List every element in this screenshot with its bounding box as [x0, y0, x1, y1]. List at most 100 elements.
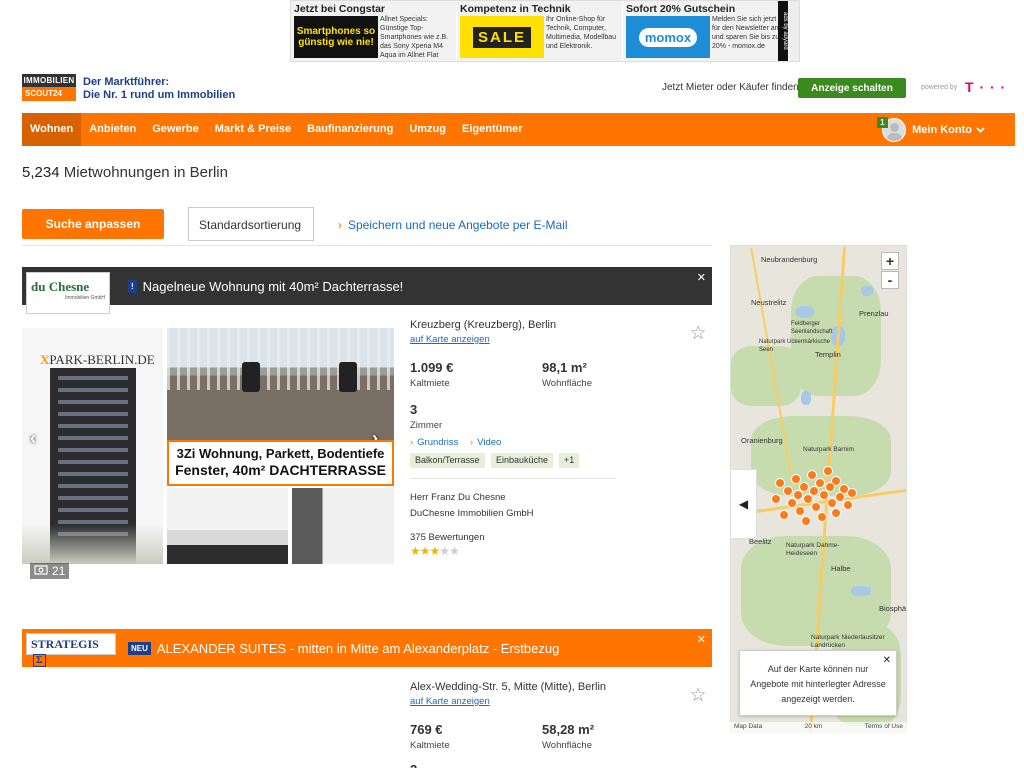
- nav-item-anbieten[interactable]: Anbieten: [81, 113, 144, 146]
- listing-address[interactable]: Alex-Wedding-Str. 5, Mitte (Mitte), Berl…: [410, 681, 606, 693]
- map-pin-icon[interactable]: [817, 512, 827, 522]
- feature-chip: Balkon/Terrasse: [410, 453, 485, 468]
- ad-technik[interactable]: Kompetenz in Technik SALE Ihr Online-Sho…: [457, 1, 623, 61]
- photo-brand: XPARK-BERLIN.DE: [40, 352, 155, 368]
- results-count: 5,234: [22, 164, 60, 181]
- review-count[interactable]: 375 Bewertungen: [410, 532, 484, 543]
- listing-title[interactable]: Nagelneue Wohnung mit 40m² Dachterrasse!: [143, 279, 404, 294]
- nav-item-eigentuemer[interactable]: Eigentümer: [454, 113, 531, 146]
- chevron-left-icon[interactable]: ‹: [30, 428, 36, 449]
- map-pin-icon[interactable]: [771, 494, 781, 504]
- close-icon[interactable]: ✕: [697, 271, 706, 284]
- ad-title: Kompetenz in Technik: [460, 3, 571, 15]
- photo-counter[interactable]: 21: [30, 563, 70, 579]
- agent-logo[interactable]: du Chesne Immobilien GmbH: [26, 272, 110, 314]
- zoom-in-button[interactable]: +: [881, 252, 899, 270]
- star-filled-icon: ★: [429, 544, 441, 558]
- map-collapse-button[interactable]: ◀: [730, 469, 757, 539]
- zoom-out-button[interactable]: -: [881, 271, 899, 289]
- rent-value: 1.099 €: [410, 360, 454, 375]
- video-link[interactable]: › Video: [470, 437, 501, 448]
- map-pin-icon[interactable]: [823, 466, 833, 476]
- ad-image: SALE: [460, 16, 544, 58]
- new-badge: NEU: [128, 641, 151, 655]
- close-icon[interactable]: ✕: [697, 633, 706, 646]
- refine-search-button[interactable]: Suche anpassen: [22, 209, 164, 239]
- listing-title[interactable]: ALEXANDER SUITES - mitten in Mitte am Al…: [157, 641, 559, 656]
- notification-badge: 1: [877, 117, 888, 128]
- account-menu[interactable]: 1 Mein Konto: [877, 113, 985, 146]
- nav-item-wohnen[interactable]: Wohnen: [22, 113, 82, 146]
- close-icon[interactable]: ✕: [883, 653, 891, 668]
- agent-company[interactable]: DuChesne Immobilien GmbH: [410, 508, 534, 519]
- agent-logo[interactable]: STRATEGIS Σ: [26, 633, 116, 667]
- photo-caption: 3Zi Wohnung, Parkett, Bodentiefe Fenster…: [167, 440, 394, 486]
- favorite-star-icon[interactable]: ☆: [688, 686, 708, 706]
- show-on-map-link[interactable]: auf Karte anzeigen: [410, 334, 490, 345]
- map-pin-icon[interactable]: [831, 508, 841, 518]
- terms-link[interactable]: Terms of Use: [865, 723, 903, 732]
- map-pin-icon[interactable]: [795, 506, 805, 516]
- rent-label: Kaltmiete: [410, 378, 450, 389]
- map-label: Neubrandenburg: [761, 255, 818, 264]
- map-pin-icon[interactable]: [801, 516, 811, 526]
- nav-item-baufinanzierung[interactable]: Baufinanzierung: [299, 113, 401, 146]
- map-scale: 20 km: [804, 723, 823, 730]
- nav-item-umzug[interactable]: Umzug: [401, 113, 454, 146]
- more-features-chip[interactable]: +1: [559, 453, 580, 468]
- map-pin-icon[interactable]: [809, 486, 819, 496]
- photo-brand-x: X: [40, 352, 50, 367]
- map-label: Naturpark Niederlausitzer Landrücken: [811, 634, 885, 649]
- chevron-right-icon: ›: [410, 437, 414, 448]
- nav-item-markt-preise[interactable]: Markt & Preise: [207, 113, 299, 146]
- map-label: Feldberger Seenlandschaft: [791, 321, 833, 335]
- map-pin-icon[interactable]: [793, 490, 803, 500]
- show-on-map-link[interactable]: auf Karte anzeigen: [410, 696, 490, 707]
- adyard-badge: ads by adyard: [778, 1, 788, 61]
- area-value: 98,1 m²: [542, 360, 587, 375]
- map-pin-icon[interactable]: [779, 510, 789, 520]
- momox-logo: momox: [638, 27, 698, 47]
- map-data-label[interactable]: Map Data: [734, 723, 762, 732]
- ad-momox[interactable]: Sofort 20% Gutschein momox Melden Sie si…: [623, 1, 789, 61]
- listing-header[interactable]: STRATEGIS Σ NEU ALEXANDER SUITES - mitte…: [22, 629, 712, 667]
- listing-photo-kitchen[interactable]: [167, 488, 288, 564]
- nav-item-gewerbe[interactable]: Gewerbe: [144, 113, 206, 146]
- map-popup-text: Auf der Karte können nur Angebote mit hi…: [750, 664, 886, 704]
- listing-header[interactable]: du Chesne Immobilien GmbH ! Nagelneue Wo…: [22, 267, 712, 314]
- map-pin-icon[interactable]: [783, 486, 793, 496]
- chevron-down-icon: [976, 124, 985, 136]
- listing-photo-bathroom[interactable]: [292, 488, 394, 564]
- agent-logo-text: du Chesne: [31, 279, 90, 294]
- results-heading: 5,234 Mietwohnungen in Berlin: [22, 164, 228, 181]
- favorite-star-icon[interactable]: ☆: [688, 324, 708, 344]
- post-listing-button[interactable]: Anzeige schalten: [798, 78, 906, 98]
- main-nav: Wohnen Anbieten Gewerbe Markt & Preise B…: [22, 113, 1015, 146]
- map-pin-icon[interactable]: [847, 488, 857, 498]
- area-value: 58,28 m²: [542, 722, 595, 737]
- telekom-logo[interactable]: T · · ·: [965, 79, 1006, 95]
- video-label: Video: [477, 437, 502, 448]
- map-pin-icon[interactable]: [811, 502, 821, 512]
- floorplan-link[interactable]: › Grundriss: [410, 437, 458, 448]
- map-label: Prenzlau: [859, 309, 889, 318]
- photo-brand-text: PARK-BERLIN.DE: [49, 352, 155, 367]
- tree-image: [22, 524, 163, 564]
- sort-select[interactable]: Standardsortierung: [188, 207, 314, 241]
- triangle-left-icon: ◀: [738, 497, 749, 511]
- account-label: Mein Konto: [912, 123, 972, 136]
- site-logo[interactable]: IMMOBILIEN SCOUT24: [22, 74, 76, 101]
- listing-address[interactable]: Kreuzberg (Kreuzberg), Berlin: [410, 319, 556, 331]
- plant-pot-image: [339, 362, 357, 392]
- map-label: Naturpark Barnim: [803, 446, 854, 453]
- star-filled-icon: ★: [419, 544, 431, 558]
- agent-name: Herr Franz Du Chesne: [410, 492, 506, 503]
- save-search-link[interactable]: › Speichern und neue Angebote per E-Mail: [338, 218, 568, 232]
- map-label: Oranienburg: [741, 436, 783, 445]
- tagline: Der Marktführer: Die Nr. 1 rund um Immob…: [83, 76, 235, 102]
- ad-congstar[interactable]: Jetzt bei Congstar Smartphones so günsti…: [291, 1, 457, 61]
- map-pin-icon[interactable]: [843, 500, 853, 510]
- map-pin-icon[interactable]: [825, 482, 835, 492]
- listing-photo-main[interactable]: XPARK-BERLIN.DE ‹: [22, 328, 163, 564]
- rooms-value: 2: [410, 762, 417, 768]
